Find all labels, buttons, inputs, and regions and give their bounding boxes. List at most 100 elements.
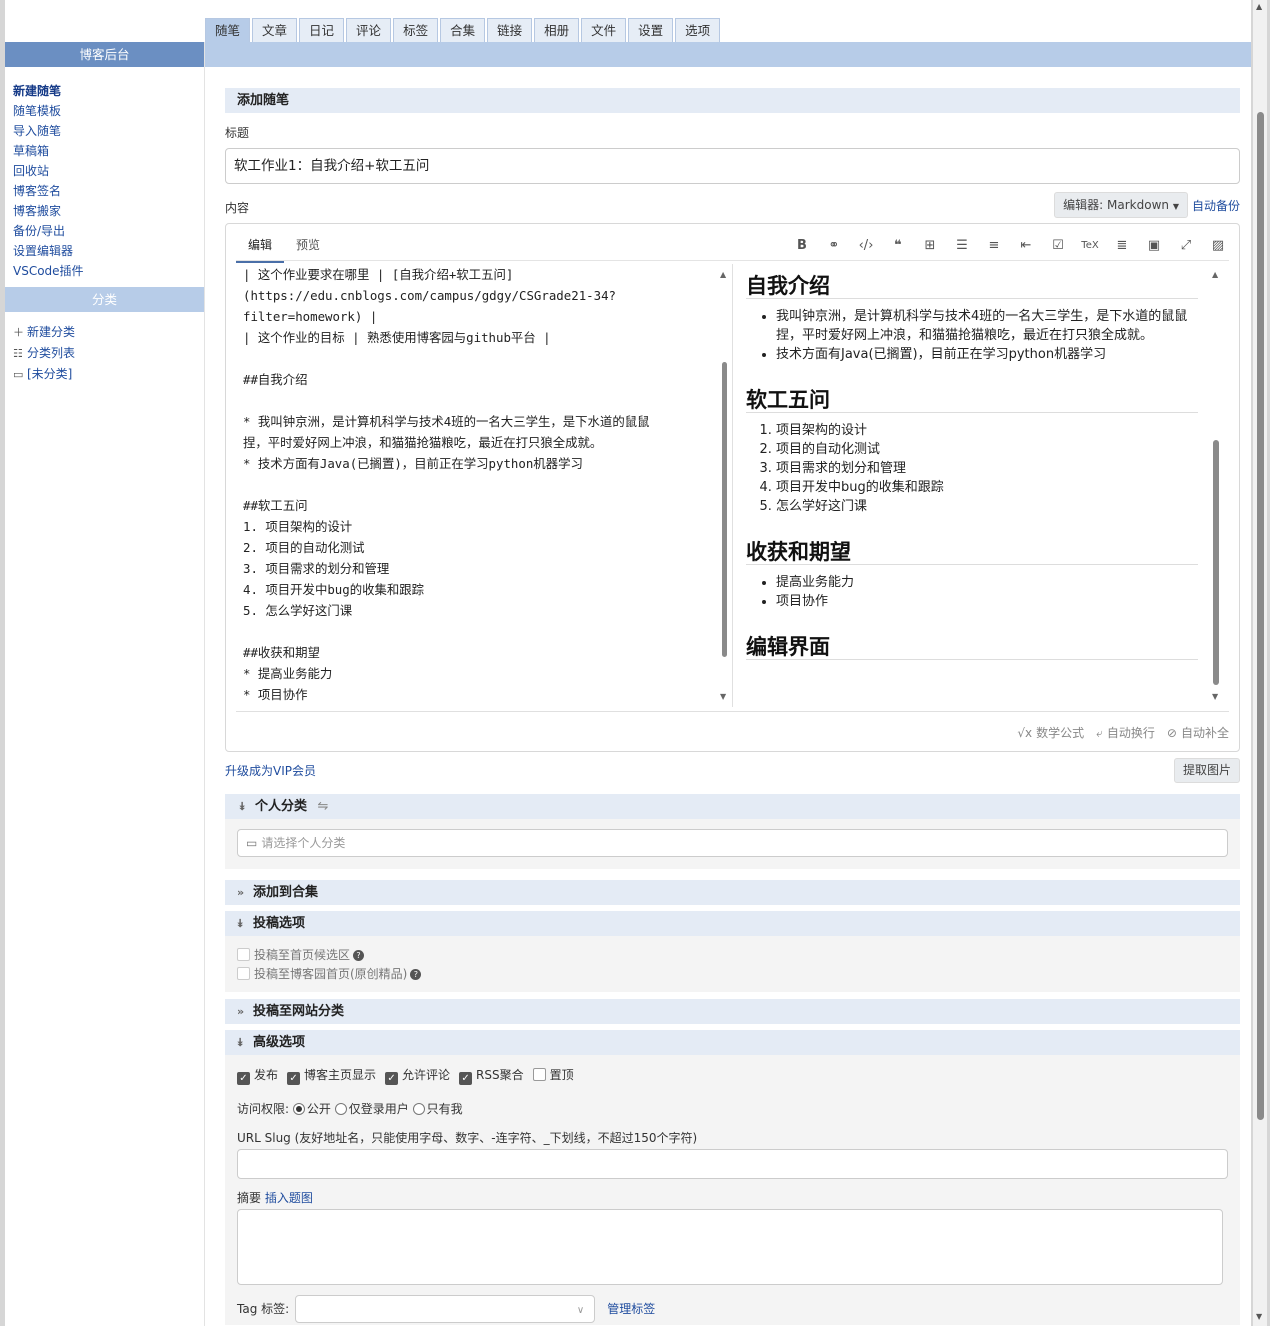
tab-albums[interactable]: 相册 xyxy=(534,18,580,42)
new-category-link[interactable]: ＋新建分类 xyxy=(13,322,204,343)
editor-tabs: 编辑 预览 xyxy=(236,232,332,263)
sidebar-item-backup[interactable]: 备份/导出 xyxy=(13,221,204,241)
tab-files[interactable]: 文件 xyxy=(581,18,627,42)
summary-textarea[interactable] xyxy=(237,1209,1223,1285)
site-category-toggle[interactable]: » 投稿至网站分类 xyxy=(225,999,1240,1024)
insert-image-link[interactable]: 插入题图 xyxy=(265,1191,313,1205)
unordered-list-icon[interactable]: ☰ xyxy=(951,236,973,256)
markdown-source[interactable]: | 这个作业要求在哪里 | [自我介绍+软工五问] (https://edu.cn… xyxy=(236,264,721,704)
source-line: filter=homework) | xyxy=(243,309,378,324)
tab-tags[interactable]: 标签 xyxy=(393,18,439,42)
advanced-options-toggle[interactable]: ⯯ 高级选项 xyxy=(225,1030,1240,1055)
tab-posts[interactable]: 随笔 xyxy=(205,18,251,42)
add-collection-toggle[interactable]: » 添加到合集 xyxy=(225,880,1240,905)
uncategorized-link[interactable]: ▭ [未分类] xyxy=(13,364,204,385)
tab-links[interactable]: 链接 xyxy=(487,18,533,42)
access-public-radio[interactable]: 公开 xyxy=(292,1102,331,1116)
source-scroll-thumb[interactable] xyxy=(722,362,727,657)
publish-checkbox[interactable]: ✓ 发布 xyxy=(237,1066,278,1085)
code-icon[interactable]: ‹/› xyxy=(855,236,877,256)
scroll-up-icon[interactable]: ▲ xyxy=(720,270,726,279)
source-line: * 项目协作 xyxy=(243,687,308,702)
scroll-down-icon[interactable]: ▼ xyxy=(1212,692,1218,701)
tab-comments[interactable]: 评论 xyxy=(346,18,392,42)
show-on-home-checkbox[interactable]: ✓ 博客主页显示 xyxy=(287,1066,376,1085)
help-icon[interactable]: ? xyxy=(353,950,365,961)
extract-images-button[interactable]: 提取图片 xyxy=(1173,758,1240,783)
preview-goals-list: 提高业务能力 项目协作 xyxy=(746,573,1198,611)
tag-select[interactable]: ∨ xyxy=(295,1295,596,1323)
quote-icon[interactable]: ❝ xyxy=(887,236,909,256)
submit-options-toggle[interactable]: ⯯ 投稿选项 xyxy=(225,911,1240,936)
personal-category-select[interactable]: ▭ 请选择个人分类 xyxy=(237,829,1228,857)
preview-scrollbar[interactable]: ▲ ▼ xyxy=(1211,270,1221,702)
access-logged-in-radio[interactable]: 仅登录用户 xyxy=(334,1102,409,1116)
ordered-list-icon[interactable]: ≡ xyxy=(983,236,1005,256)
task-list-icon[interactable]: ☑ xyxy=(1047,236,1069,256)
auto-backup-link[interactable]: 自动备份 xyxy=(1192,197,1240,214)
math-toggle[interactable]: √x 数学公式 xyxy=(1017,724,1084,741)
scroll-up-icon[interactable]: ▲ xyxy=(1256,2,1262,11)
personal-category-toggle[interactable]: ⯯ 个人分类 ⇋ xyxy=(225,794,1240,819)
tex-icon[interactable]: TeX xyxy=(1079,236,1101,256)
tab-settings[interactable]: 设置 xyxy=(628,18,674,42)
preview-scroll-thumb[interactable] xyxy=(1213,440,1219,685)
help-icon[interactable]: ? xyxy=(410,969,422,980)
sidebar-title: 博客后台 xyxy=(5,42,204,67)
tab-preview[interactable]: 预览 xyxy=(284,232,332,263)
rss-checkbox[interactable]: ✓ RSS聚合 xyxy=(459,1066,524,1085)
category-list-link[interactable]: ☷ 分类列表 xyxy=(13,343,204,364)
access-only-me-radio[interactable]: 只有我 xyxy=(412,1102,463,1116)
swap-icon[interactable]: ⇋ xyxy=(318,799,329,814)
chevron-double-down-icon: ⯯ xyxy=(237,1036,244,1049)
bold-icon[interactable]: B xyxy=(791,236,813,256)
autocomplete-toggle[interactable]: ⊘ 自动补全 xyxy=(1167,724,1229,741)
wrap-toggle[interactable]: ⤶ 自动换行 xyxy=(1096,724,1155,741)
page-scroll-thumb[interactable] xyxy=(1257,112,1264,1120)
fullscreen-icon[interactable]: ⤢ xyxy=(1175,236,1197,256)
tab-articles[interactable]: 文章 xyxy=(252,18,298,42)
table-icon[interactable]: ⊞ xyxy=(919,236,941,256)
vip-link[interactable]: 升级成为VIP会员 xyxy=(225,762,316,779)
scroll-down-icon[interactable]: ▼ xyxy=(720,692,726,701)
tab-edit[interactable]: 编辑 xyxy=(236,232,285,263)
allow-comments-checkbox[interactable]: ✓ 允许评论 xyxy=(385,1066,450,1085)
sidebar-item-import[interactable]: 导入随笔 xyxy=(13,121,204,141)
title-input[interactable]: 软工作业1：自我介绍+软工五问 xyxy=(225,148,1240,184)
sidebar-item-editor-settings[interactable]: 设置编辑器 xyxy=(13,241,204,261)
align-icon[interactable]: ≣ xyxy=(1111,236,1133,256)
link-icon[interactable]: ⚭ xyxy=(823,236,845,256)
submit-home-candidate[interactable]: 投稿至首页候选区? xyxy=(237,946,1228,965)
preview-heading-questions: 软工五问 xyxy=(746,378,1198,413)
sidebar-item-signature[interactable]: 博客签名 xyxy=(13,181,204,201)
sidebar-item-migrate[interactable]: 博客搬家 xyxy=(13,201,204,221)
scroll-up-icon[interactable]: ▲ xyxy=(1212,270,1218,279)
outdent-icon[interactable]: ⇤ xyxy=(1015,236,1037,256)
slug-input[interactable] xyxy=(237,1149,1228,1179)
checkbox[interactable] xyxy=(237,967,250,980)
submit-home-original[interactable]: 投稿至博客园首页(原创精品)? xyxy=(237,965,1228,984)
sidebar-item-templates[interactable]: 随笔模板 xyxy=(13,101,204,121)
autocomplete-icon: ⊘ xyxy=(1166,726,1177,740)
editor-select-button[interactable]: 编辑器: Markdown ▼ xyxy=(1054,192,1188,218)
sidebar-item-vscode[interactable]: VSCode插件 xyxy=(13,261,204,281)
tab-options[interactable]: 选项 xyxy=(675,18,721,42)
manage-tags-link[interactable]: 管理标签 xyxy=(607,1300,655,1319)
editor-bottom-divider xyxy=(236,711,1229,712)
tab-diary[interactable]: 日记 xyxy=(299,18,345,42)
scroll-down-icon[interactable]: ▼ xyxy=(1256,1312,1262,1321)
access-permission: 访问权限: 公开 仅登录用户 只有我 xyxy=(237,1102,463,1116)
image-icon[interactable]: ▨ xyxy=(1207,236,1229,256)
tab-collections[interactable]: 合集 xyxy=(440,18,486,42)
source-scrollbar[interactable]: ▲ ▼ xyxy=(719,270,729,702)
page-scrollbar[interactable]: ▲ ▼ xyxy=(1253,0,1267,1326)
save-icon[interactable]: ▣ xyxy=(1143,236,1165,256)
pin-top-checkbox[interactable]: 置顶 xyxy=(532,1066,574,1085)
editor-footer: √x 数学公式 ⤶ 自动换行 ⊘ 自动补全 xyxy=(1017,724,1229,741)
sidebar-item-recycle-bin[interactable]: 回收站 xyxy=(13,161,204,181)
source-line: * 我叫钟京洲，是计算机科学与技术4班的一名大三学生，是下水道的鼠鼠 xyxy=(243,414,650,429)
sidebar-item-drafts[interactable]: 草稿箱 xyxy=(13,141,204,161)
source-line xyxy=(236,621,721,642)
sidebar-item-new-post[interactable]: 新建随笔 xyxy=(13,81,204,101)
checkbox[interactable] xyxy=(237,948,250,961)
